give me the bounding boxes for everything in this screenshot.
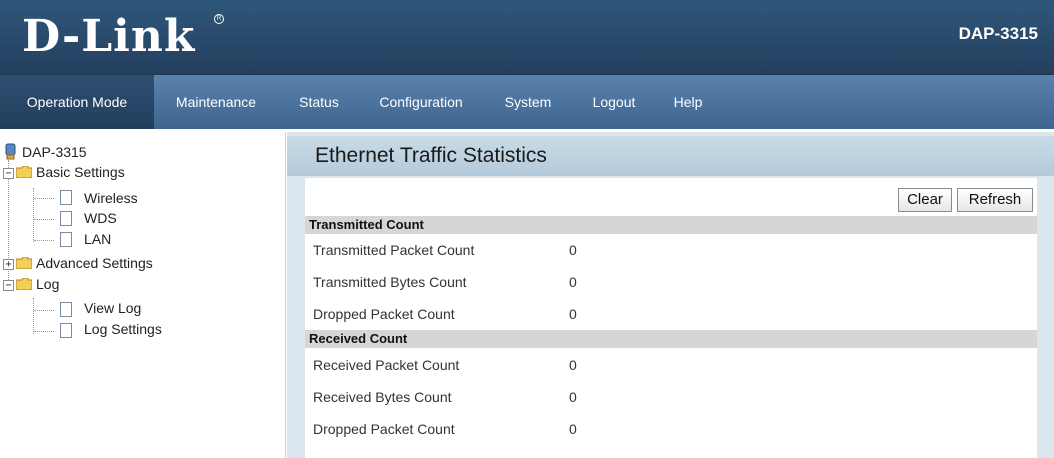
clear-button[interactable]: Clear: [898, 188, 952, 212]
tree-label-log: Log: [36, 276, 60, 292]
tree-connector: [33, 188, 34, 242]
header-bar: D-Link R DAP-3315: [0, 0, 1054, 75]
sidebar-tree: DAP-3315 − Basic Settings Wireless WDS L…: [0, 132, 286, 458]
folder-icon: [16, 257, 32, 269]
page-title: Ethernet Traffic Statistics: [315, 144, 547, 167]
dlink-logo: D-Link: [22, 11, 196, 62]
stat-label: Dropped Packet Count: [313, 306, 455, 322]
tree-connector: [34, 198, 54, 199]
tree-item-log[interactable]: Log: [36, 274, 59, 294]
stat-value: 0: [569, 306, 577, 322]
nav-system[interactable]: System: [494, 75, 562, 129]
tree-label-log-settings: Log Settings: [84, 321, 162, 337]
folder-icon: [16, 166, 32, 178]
tree-item-lan[interactable]: LAN: [84, 229, 111, 249]
section-header-transmitted: Transmitted Count: [305, 216, 1037, 234]
refresh-button[interactable]: Refresh: [957, 188, 1033, 212]
tree-item-wireless[interactable]: Wireless: [84, 188, 138, 208]
tree-connector: [34, 331, 54, 332]
stat-label: Transmitted Packet Count: [313, 242, 475, 258]
registered-mark-icon: R: [214, 14, 224, 24]
tree-item-wds[interactable]: WDS: [84, 208, 117, 228]
nav-help[interactable]: Help: [664, 75, 712, 129]
expand-icon[interactable]: +: [3, 259, 14, 270]
page-icon: [60, 190, 72, 205]
stat-label: Received Bytes Count: [313, 389, 452, 405]
collapse-icon[interactable]: −: [3, 168, 14, 179]
content-area: Ethernet Traffic Statistics Clear Refres…: [287, 132, 1054, 458]
page-icon: [60, 323, 72, 338]
nav-status[interactable]: Status: [288, 75, 350, 129]
model-name: DAP-3315: [958, 24, 1038, 43]
tree-label-advanced-settings: Advanced Settings: [36, 255, 153, 271]
tree-connector: [34, 310, 54, 311]
nav-configuration[interactable]: Configuration: [368, 75, 474, 129]
nav-operation-mode[interactable]: Operation Mode: [0, 75, 154, 129]
page-icon: [60, 302, 72, 317]
stat-value: 0: [569, 357, 577, 373]
stat-value: 0: [569, 389, 577, 405]
nav-logout[interactable]: Logout: [582, 75, 646, 129]
tree-item-view-log[interactable]: View Log: [84, 298, 141, 318]
page-icon: [60, 232, 72, 247]
tree-item-basic-settings[interactable]: Basic Settings: [36, 162, 125, 182]
stat-value: 0: [569, 242, 577, 258]
access-point-icon: [5, 143, 16, 160]
section-header-received: Received Count: [305, 330, 1037, 348]
stat-value: 0: [569, 274, 577, 290]
collapse-icon[interactable]: −: [3, 280, 14, 291]
stat-label: Received Packet Count: [313, 357, 460, 373]
tree-label-wireless: Wireless: [84, 190, 138, 206]
nav-maintenance[interactable]: Maintenance: [158, 75, 274, 129]
tree-connector: [33, 298, 34, 334]
page-icon: [60, 211, 72, 226]
tree-connector: [34, 240, 54, 241]
tree-label-root: DAP-3315: [22, 144, 87, 160]
main-nav: Operation Mode Maintenance Status Config…: [0, 75, 1054, 129]
tree-item-log-settings[interactable]: Log Settings: [84, 319, 162, 339]
tree-label-lan: LAN: [84, 231, 112, 247]
page-title-bar: Ethernet Traffic Statistics: [287, 136, 1054, 176]
stat-value: 0: [569, 421, 577, 437]
tree-label-basic-settings: Basic Settings: [36, 164, 125, 180]
tree-label-view-log: View Log: [84, 300, 142, 316]
stat-label: Transmitted Bytes Count: [313, 274, 467, 290]
tree-label-wds: WDS: [84, 210, 117, 226]
folder-icon: [16, 278, 32, 290]
tree-connector: [34, 219, 54, 220]
tree-item-advanced-settings[interactable]: Advanced Settings: [36, 253, 153, 273]
stat-label: Dropped Packet Count: [313, 421, 455, 437]
